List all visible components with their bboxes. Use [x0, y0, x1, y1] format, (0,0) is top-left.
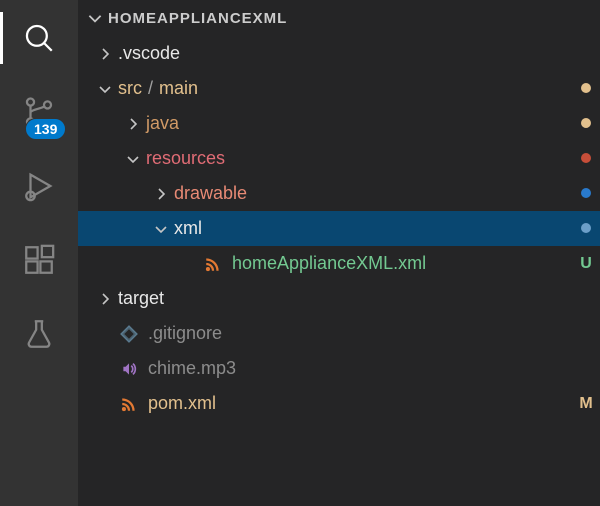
tree-folder[interactable]: java — [78, 106, 600, 141]
chevron-down-icon — [150, 218, 172, 240]
explorer-sidebar: HOMEAPPLIANCEXML .vscode src/main java reso… — [78, 0, 600, 506]
tree-item-label: xml — [174, 218, 572, 239]
tree-item-label: .vscode — [118, 43, 572, 64]
activity-bar: 139 — [0, 0, 78, 506]
git-status: M — [572, 395, 600, 413]
tree-item-label: target — [118, 288, 572, 309]
chevron-right-icon — [94, 288, 116, 310]
git-status: U — [572, 255, 600, 273]
tree-item-label: .gitignore — [148, 323, 572, 344]
chevron-down-icon — [84, 7, 106, 29]
explorer-section-header[interactable]: HOMEAPPLIANCEXML — [78, 0, 600, 36]
extensions-icon[interactable] — [19, 240, 59, 280]
tree-item-label: homeApplianceXML.xml — [232, 253, 572, 274]
tree-file[interactable]: pom.xmlM — [78, 386, 600, 421]
beaker-icon[interactable] — [19, 314, 59, 354]
scm-badge: 139 — [25, 118, 66, 140]
tree-file[interactable]: homeApplianceXML.xmlU — [78, 246, 600, 281]
git-status — [572, 80, 600, 98]
tree-folder[interactable]: src/main — [78, 71, 600, 106]
chevron-right-icon — [122, 113, 144, 135]
tree-folder[interactable]: xml — [78, 211, 600, 246]
run-debug-icon[interactable] — [19, 166, 59, 206]
git-status — [572, 115, 600, 133]
search-icon[interactable] — [19, 18, 59, 58]
tree-folder[interactable]: drawable — [78, 176, 600, 211]
tree-file[interactable]: .gitignore — [78, 316, 600, 351]
tree-file[interactable]: chime.mp3 — [78, 351, 600, 386]
git-status — [572, 220, 600, 238]
chevron-right-icon — [94, 43, 116, 65]
tree-item-label: chime.mp3 — [148, 358, 572, 379]
chevron-right-icon — [150, 183, 172, 205]
tree-item-label: src/main — [118, 78, 572, 99]
source-control-icon[interactable]: 139 — [19, 92, 59, 132]
tree-item-label: java — [146, 113, 572, 134]
git-icon — [118, 323, 140, 345]
tree-item-label: pom.xml — [148, 393, 572, 414]
spacer — [94, 358, 116, 380]
chevron-down-icon — [122, 148, 144, 170]
spacer — [94, 393, 116, 415]
spacer — [94, 323, 116, 345]
tree-folder[interactable]: resources — [78, 141, 600, 176]
chevron-down-icon — [94, 78, 116, 100]
tree-item-label: resources — [146, 148, 572, 169]
spacer — [178, 253, 200, 275]
tree-folder[interactable]: target — [78, 281, 600, 316]
rss-icon — [202, 253, 224, 275]
rss-icon — [118, 393, 140, 415]
tree-item-label: drawable — [174, 183, 572, 204]
tree-folder[interactable]: .vscode — [78, 36, 600, 71]
audio-icon — [118, 358, 140, 380]
git-status — [572, 150, 600, 168]
file-tree: .vscode src/main java resources drawable xml h… — [78, 36, 600, 506]
git-status — [572, 185, 600, 203]
section-title: HOMEAPPLIANCEXML — [108, 10, 287, 27]
